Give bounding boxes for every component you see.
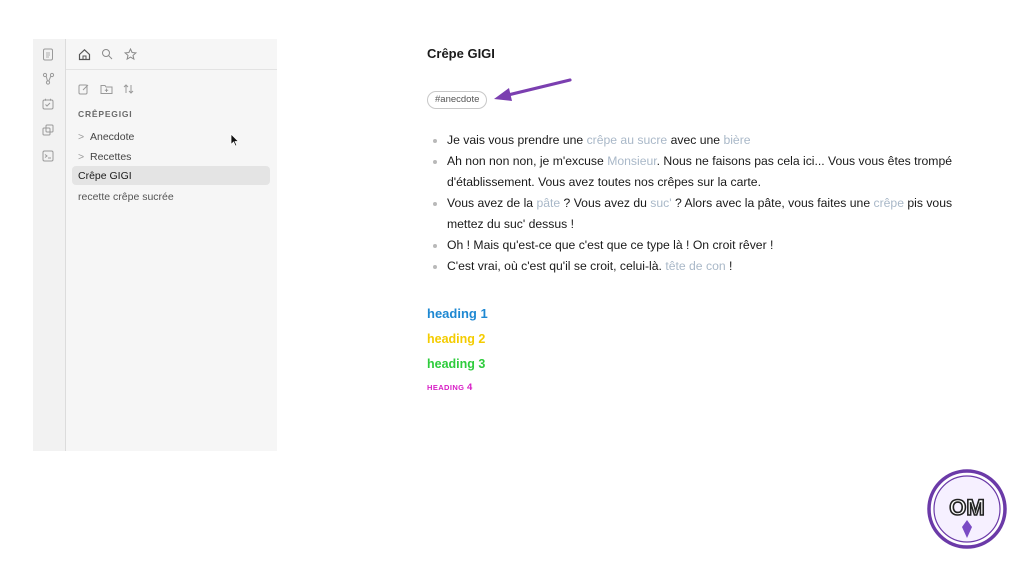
- mouse-pointer-icon: [230, 133, 240, 152]
- heading-3: heading 3: [427, 357, 486, 371]
- internal-link[interactable]: suc': [650, 196, 671, 210]
- list-item: Je vais vous prendre une crêpe au sucre …: [427, 130, 957, 151]
- calendar-icon[interactable]: [41, 97, 55, 111]
- list-item: Oh ! Mais qu'est-ce que c'est que ce typ…: [427, 235, 957, 256]
- file-explorer-sidebar: CRÊPEGIGI > Anecdote > Recettes Crêpe GIGI…: [66, 39, 277, 451]
- internal-link[interactable]: crêpe: [873, 196, 904, 210]
- graph-icon[interactable]: [41, 71, 55, 85]
- tag-pill[interactable]: #anecdote: [427, 91, 488, 109]
- chevron-right-icon: >: [78, 151, 85, 163]
- list-item: Vous avez de la pâte ? Vous avez du suc'…: [427, 193, 957, 235]
- internal-link[interactable]: Monsieur: [607, 154, 656, 168]
- folder-anecdote[interactable]: > Anecdote: [78, 131, 134, 143]
- new-folder-icon[interactable]: [98, 81, 114, 97]
- folder-label: Recettes: [90, 151, 132, 163]
- file-recette-crepe-sucree[interactable]: recette crêpe sucrée: [78, 191, 174, 203]
- internal-link[interactable]: pâte: [536, 196, 560, 210]
- list-item: Ah non non non, je m'excuse Monsieur. No…: [427, 151, 957, 193]
- star-icon[interactable]: [122, 46, 138, 62]
- heading-4: HEADING 4: [427, 382, 473, 393]
- folder-recettes[interactable]: > Recettes: [78, 151, 131, 163]
- copy-icon[interactable]: [41, 123, 55, 137]
- om-logo: OM: [926, 468, 1008, 555]
- chevron-right-icon: >: [78, 131, 85, 143]
- search-icon[interactable]: [99, 46, 115, 62]
- bullet-list: Je vais vous prendre une crêpe au sucre …: [427, 130, 957, 277]
- home-icon[interactable]: [76, 46, 92, 62]
- note-title: Crêpe GIGI: [427, 46, 495, 61]
- vault-name: CRÊPEGIGI: [78, 109, 133, 119]
- new-note-icon[interactable]: [76, 81, 92, 97]
- sidebar-tab-bar: [66, 39, 277, 70]
- terminal-icon[interactable]: [41, 149, 55, 163]
- heading-1: heading 1: [427, 306, 488, 321]
- annotation-arrow-icon: [490, 76, 574, 111]
- file-crepe-gigi[interactable]: Crêpe GIGI: [78, 170, 132, 182]
- list-item: C'est vrai, où c'est qu'il se croit, cel…: [427, 256, 957, 277]
- internal-link[interactable]: crêpe au sucre: [587, 133, 668, 147]
- heading-2: heading 2: [427, 332, 486, 346]
- sort-icon[interactable]: [120, 81, 136, 97]
- internal-link[interactable]: bière: [723, 133, 750, 147]
- internal-link[interactable]: tête de con: [665, 259, 725, 273]
- folder-label: Anecdote: [90, 131, 135, 143]
- left-ribbon: [33, 39, 66, 451]
- files-icon[interactable]: [41, 47, 55, 61]
- logo-text: OM: [949, 495, 984, 520]
